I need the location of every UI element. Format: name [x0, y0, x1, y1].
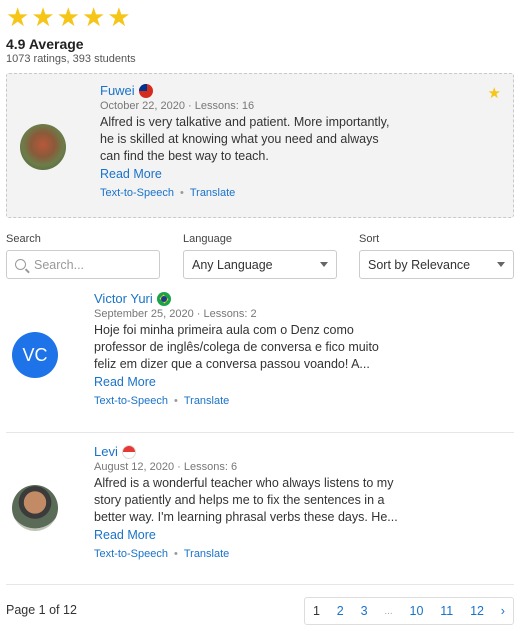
text-to-speech-link[interactable]: Text-to-Speech: [94, 548, 168, 560]
rating-stars: ★ ★ ★ ★ ★: [6, 3, 131, 31]
featured-star-icon: ★: [487, 85, 501, 102]
search-label: Search: [6, 233, 41, 245]
star-icon: ★: [107, 2, 131, 32]
review-body: Alfred is very talkative and patient. Mo…: [100, 115, 390, 163]
rating-counts: 1073 ratings, 393 students: [6, 53, 136, 65]
reviewer-name[interactable]: Levi: [94, 444, 434, 459]
separator-dot: •: [173, 548, 178, 560]
review-meta: October 22, 2020 · Lessons: 16: [100, 100, 255, 112]
search-input[interactable]: Search...: [6, 250, 160, 279]
separator-dot: •: [173, 395, 178, 407]
review-meta: September 25, 2020 · Lessons: 2: [94, 308, 257, 320]
star-icon: ★: [6, 2, 30, 32]
read-more-link[interactable]: Read More: [94, 528, 434, 542]
page-indicator: Page 1 of 12: [6, 603, 77, 617]
featured-review: ★ Fuwei October 22, 2020 · Lessons: 16 A…: [6, 73, 514, 218]
reviewer-name[interactable]: Fuwei: [100, 83, 440, 98]
sort-select[interactable]: Sort by Relevance: [359, 250, 514, 279]
separator-dot: •: [179, 187, 184, 199]
review-body: Hoje foi minha primeira aula com o Denz …: [94, 323, 379, 371]
page-1-button[interactable]: 1: [313, 604, 320, 618]
pagination-ellipsis: ...: [384, 605, 393, 617]
review-item: VC Victor Yuri September 25, 2020 · Less…: [6, 290, 514, 430]
rating-average: 4.9 Average: [6, 36, 84, 52]
read-more-link[interactable]: Read More: [94, 375, 434, 389]
star-icon: ★: [81, 2, 106, 32]
page-3-button[interactable]: 3: [361, 604, 368, 618]
page-12-button[interactable]: 12: [470, 604, 484, 618]
singapore-flag-icon: [121, 444, 136, 459]
language-label: Language: [183, 233, 232, 245]
pagination: 1 2 3 ... 10 11 12 ›: [304, 597, 514, 625]
next-page-icon[interactable]: ›: [501, 604, 505, 618]
review-item: Levi August 12, 2020 · Lessons: 6 Alfred…: [6, 443, 514, 583]
review-filters: Search Search... Language Any Language S…: [6, 233, 514, 279]
translate-link[interactable]: Translate: [190, 187, 235, 199]
brazil-flag-icon: [156, 291, 171, 306]
taiwan-flag-icon: [138, 83, 153, 98]
page-11-button[interactable]: 11: [440, 604, 453, 618]
chevron-down-icon: [320, 262, 328, 267]
chevron-down-icon: [497, 262, 505, 267]
divider: [6, 584, 514, 585]
page-2-button[interactable]: 2: [337, 604, 344, 618]
language-select[interactable]: Any Language: [183, 250, 337, 279]
review-body: Alfred is a wonderful teacher who always…: [94, 476, 398, 524]
star-icon: ★: [56, 2, 80, 32]
avatar[interactable]: [20, 124, 66, 170]
translate-link[interactable]: Translate: [184, 548, 229, 560]
reviewer-name[interactable]: Victor Yuri: [94, 291, 434, 306]
divider: [6, 432, 514, 433]
read-more-link[interactable]: Read More: [100, 167, 440, 181]
translate-link[interactable]: Translate: [184, 395, 229, 407]
avatar[interactable]: VC: [12, 332, 58, 378]
sort-label: Sort: [359, 233, 380, 245]
text-to-speech-link[interactable]: Text-to-Speech: [94, 395, 168, 407]
page-10-button[interactable]: 10: [410, 604, 424, 618]
star-icon: ★: [31, 2, 55, 32]
text-to-speech-link[interactable]: Text-to-Speech: [100, 187, 174, 199]
review-meta: August 12, 2020 · Lessons: 6: [94, 461, 238, 473]
avatar[interactable]: [12, 485, 58, 531]
search-icon: [15, 259, 26, 270]
